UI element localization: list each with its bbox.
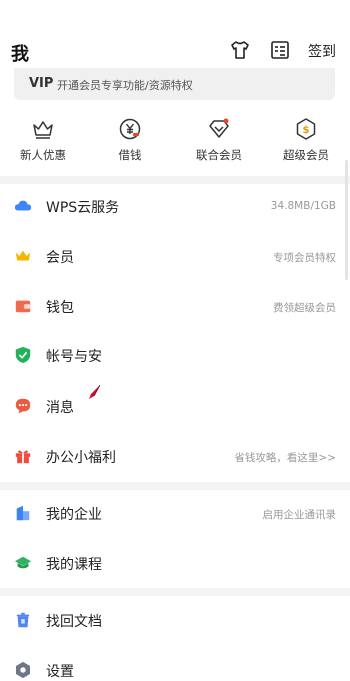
menu-item-member[interactable]: 会员 专项会员特权 — [0, 232, 350, 282]
quick-action-label: 新人优惠 — [20, 148, 66, 162]
vip-banner[interactable]: VIP 开通会员专享功能/资源特权 — [14, 68, 335, 100]
vip-label: VIP — [29, 76, 54, 91]
menu-item-office-welfare[interactable]: 办公小福利 省钱攻略，看这里>> — [0, 432, 350, 482]
menu-item-hint: 费领超级会员 — [273, 302, 336, 314]
menu-item-settings[interactable]: 设置 — [0, 646, 350, 681]
tshirt-icon[interactable] — [230, 40, 250, 60]
menu-item-recover-documents[interactable]: 找回文档 — [0, 596, 350, 646]
menu-item-courses[interactable]: 我的课程 — [0, 539, 350, 589]
quick-action-joint-member[interactable]: 联合会员 — [184, 117, 254, 163]
crown-icon — [33, 121, 53, 139]
menu-item-label: 找回文档 — [46, 614, 102, 630]
menu-item-label: 我的课程 — [46, 557, 102, 573]
cloud-icon — [14, 200, 32, 211]
header: 我 签到 — [0, 0, 350, 74]
section-divider — [0, 588, 350, 596]
menu-item-label: 帐号与安 — [46, 349, 102, 365]
quick-action-new-user[interactable]: 新人优惠 — [8, 117, 78, 163]
trash-icon — [16, 612, 30, 628]
quick-action-label: 借钱 — [118, 148, 142, 162]
graduation-icon — [14, 556, 32, 569]
svg-text:$: $ — [303, 125, 310, 136]
checkin-button[interactable]: 签到 — [308, 41, 336, 61]
menu-item-wallet[interactable]: 钱包 费领超级会员 — [0, 282, 350, 332]
gear-icon — [15, 661, 31, 679]
menu-item-messages[interactable]: 消息 — [0, 382, 350, 432]
menu-item-label: 钱包 — [46, 300, 74, 316]
menu-item-hint: 启用企业通讯录 — [262, 509, 337, 521]
menu-item-label: 消息 — [46, 400, 74, 416]
menu-item-account-security[interactable]: 帐号与安 — [0, 331, 350, 381]
wallet-icon — [15, 300, 31, 313]
quick-action-label: 联合会员 — [196, 148, 242, 162]
heart-badge-icon — [209, 118, 229, 138]
menu-item-hint[interactable]: 省钱攻略，看这里>> — [234, 450, 336, 465]
yuan-icon — [119, 118, 141, 140]
storage-usage: 34.8MB/1GB — [270, 200, 336, 212]
menu-item-label: 办公小福利 — [46, 450, 116, 466]
quick-actions: 新人优惠 借钱 联合会员 $ 超级会员 — [0, 117, 350, 173]
menu-item-label: WPS云服务 — [46, 200, 120, 216]
profile-page: 我 签到 VIP 开通会员专享功能/资源特权 新人优惠 借钱 联合会员 $ 超级… — [0, 0, 350, 681]
chat-icon — [15, 398, 31, 414]
shield-icon — [15, 346, 31, 364]
menu-item-label: 会员 — [46, 250, 74, 266]
quick-action-label: 超级会员 — [283, 148, 329, 162]
menu-item-label: 我的企业 — [46, 507, 102, 523]
quick-action-super-member[interactable]: $ 超级会员 — [271, 117, 341, 163]
page-title: 我 — [11, 44, 29, 65]
menu-item-label: 设置 — [46, 664, 74, 680]
gift-icon — [15, 450, 31, 464]
menu-item-enterprise[interactable]: 我的企业 启用企业通讯录 — [0, 489, 350, 539]
list-icon[interactable] — [270, 40, 290, 60]
quick-action-loan[interactable]: 借钱 — [95, 117, 165, 163]
hexagon-dollar-icon: $ — [296, 118, 316, 140]
crown-icon — [15, 250, 31, 261]
cursor-pointer-icon — [89, 384, 101, 399]
building-icon — [16, 505, 30, 521]
vip-description: 开通会员专享功能/资源特权 — [57, 79, 193, 92]
menu-item-hint: 专项会员特权 — [273, 252, 336, 264]
menu-item-cloud[interactable]: WPS云服务 34.8MB/1GB — [0, 182, 350, 232]
